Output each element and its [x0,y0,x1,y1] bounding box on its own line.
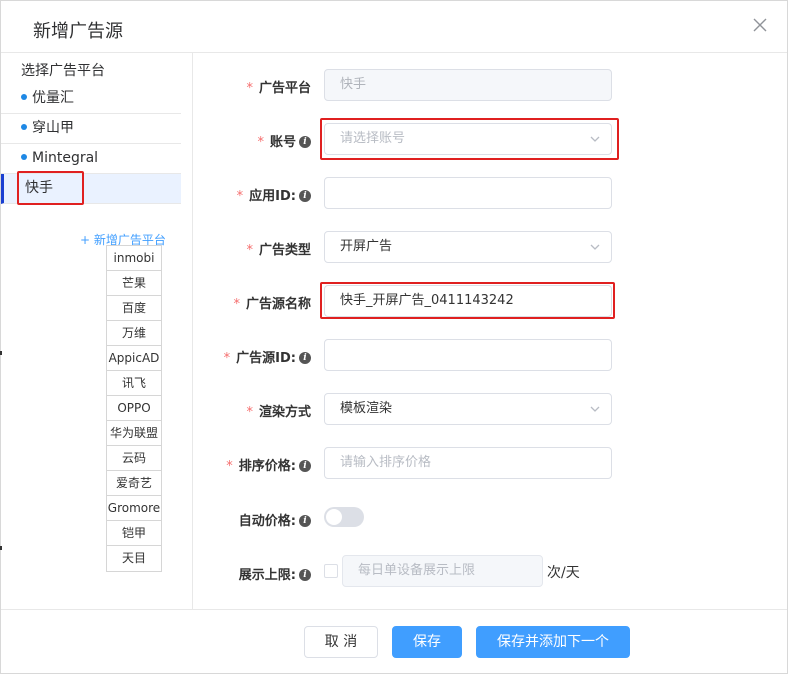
save-and-add-next-button[interactable]: 保存并添加下一个 [476,626,630,658]
account-select[interactable]: 请选择账号 [324,123,612,155]
ad-type-value: 开屏广告 [340,239,393,254]
platform-option[interactable]: 云码 [107,446,161,471]
sidebar-item-mintegral[interactable]: Mintegral [1,144,181,174]
required-star: * [246,405,253,420]
display-limit-checkbox[interactable] [324,564,338,578]
app-id-label-text: 应用ID: [249,189,296,204]
auto-price-label: 自动价格: i [239,510,311,529]
ad-type-label-text: 广告类型 [258,243,311,258]
platform-option-list: inmobi 芒果 百度 万维 AppicAD 讯飞 OPPO 华为联盟 云码 … [106,245,162,572]
platform-option[interactable]: AppicAD [107,346,161,371]
required-star: * [257,135,264,150]
account-label-text: 账号 [269,135,296,150]
cancel-button[interactable]: 取 消 [304,626,378,658]
platform-label: * 广告平台 [246,77,311,96]
platform-option[interactable]: 天目 [107,546,161,571]
required-star: * [246,81,253,96]
render-mode-select[interactable]: 模板渲染 [324,393,612,425]
sort-price-label: * 排序价格: i [226,455,311,474]
sidebar-item-kuaishou[interactable]: 快手 [1,174,181,204]
render-mode-label-text: 渲染方式 [258,405,311,420]
platform-option[interactable]: inmobi [107,246,161,271]
platform-option[interactable]: 铠甲 [107,521,161,546]
add-ad-source-dialog: 新增广告源 选择广告平台 优量汇 穿山甲 Mintegral 快手 + 新增广告… [0,0,788,674]
chevron-down-icon [590,244,600,250]
source-name-input[interactable]: 快手_开屏广告_0411143242 [324,285,612,317]
platform-option[interactable]: 爱奇艺 [107,471,161,496]
info-icon[interactable]: i [299,568,311,581]
account-placeholder: 请选择账号 [340,131,406,146]
sidebar-item-label: 穿山甲 [32,120,74,136]
sidebar-item-chuanshanjia[interactable]: 穿山甲 [1,114,181,144]
auto-price-toggle[interactable] [324,507,364,527]
platform-label-text: 广告平台 [258,81,311,96]
bullet-dot-icon [21,154,27,160]
ad-type-label: * 广告类型 [246,239,311,258]
dialog-header: 新增广告源 [1,1,787,53]
render-mode-value: 模板渲染 [340,401,393,416]
account-label: * 账号 i [257,131,311,150]
sort-price-input[interactable]: 请输入排序价格 [324,447,612,479]
chevron-down-icon [590,136,600,142]
display-limit-input: 每日单设备展示上限 [342,555,543,587]
info-icon[interactable]: i [299,189,311,202]
platform-option[interactable]: 芒果 [107,271,161,296]
info-icon[interactable]: i [299,459,311,472]
bullet-dot-icon [21,94,27,100]
render-mode-label: * 渲染方式 [246,401,311,420]
sort-price-label-text: 排序价格: [238,459,296,474]
edge-marker [0,546,2,550]
save-button[interactable]: 保存 [392,626,462,658]
sidebar-item-youlianghui[interactable]: 优量汇 [1,84,181,114]
platform-option[interactable]: Gromore [107,496,161,521]
close-icon-glyph [753,18,767,32]
source-id-label: * 广告源ID: i [224,347,311,366]
platform-option[interactable]: 华为联盟 [107,421,161,446]
source-name-label-text: 广告源名称 [245,297,311,312]
required-star: * [223,351,231,366]
sidebar-title: 选择广告平台 [21,63,105,79]
chevron-down-icon [590,406,600,412]
sidebar-item-label: Mintegral [32,150,99,166]
dialog-title: 新增广告源 [33,21,123,42]
sidebar-item-label: 优量汇 [32,90,74,106]
app-id-input[interactable] [324,177,612,209]
required-star: * [236,189,244,204]
display-limit-unit: 次/天 [547,565,580,581]
platform-option[interactable]: 万维 [107,321,161,346]
edge-marker [0,351,2,355]
platform-sidebar: 选择广告平台 优量汇 穿山甲 Mintegral 快手 + 新增广告平台 inm… [1,53,193,609]
close-icon[interactable] [753,18,767,36]
app-id-label: * 应用ID: i [237,185,311,204]
platform-option[interactable]: 讯飞 [107,371,161,396]
source-name-label: * 广告源名称 [233,293,311,312]
platform-field: 快手 [324,69,612,101]
info-icon[interactable]: i [299,514,311,527]
platform-option[interactable]: 百度 [107,296,161,321]
info-icon[interactable]: i [299,135,311,148]
required-star: * [246,243,253,258]
source-id-input[interactable] [324,339,612,371]
sidebar-item-label: 快手 [25,180,53,196]
required-star: * [226,459,233,474]
ad-type-select[interactable]: 开屏广告 [324,231,612,263]
display-limit-label: 展示上限: i [239,564,311,583]
info-icon[interactable]: i [299,351,311,364]
display-limit-label-text: 展示上限: [238,568,296,583]
required-star: * [233,297,240,312]
source-id-label-text: 广告源ID: [236,351,296,366]
auto-price-label-text: 自动价格: [238,514,296,529]
platform-option[interactable]: OPPO [107,396,161,421]
toggle-knob [326,509,342,525]
bullet-dot-icon [21,124,27,130]
